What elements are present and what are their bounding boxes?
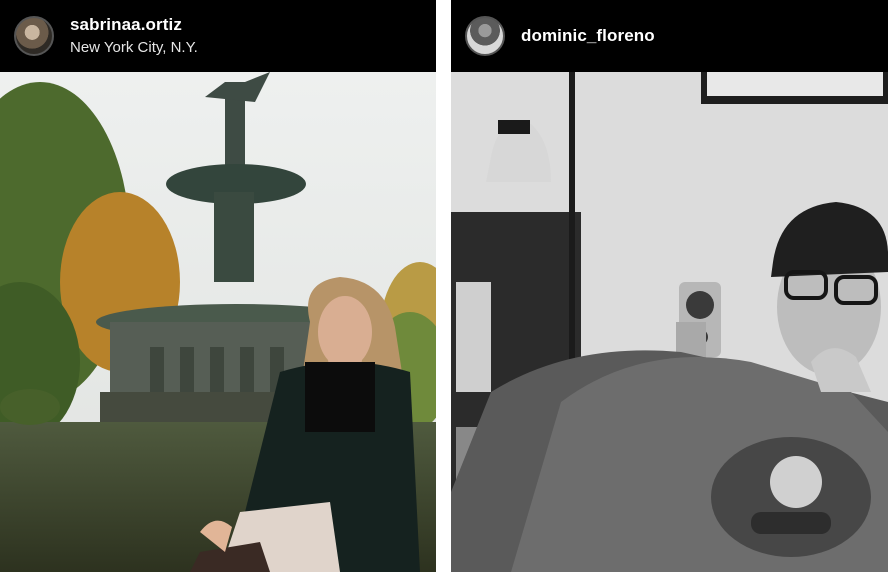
portrait-photo [451,72,888,572]
post-sabrinaa: sabrinaa.ortiz New York City, N.Y. [0,0,436,572]
post-divider [436,0,451,572]
username[interactable]: sabrinaa.ortiz [70,15,198,35]
avatar[interactable] [465,16,505,56]
post-header: dominic_floreno [451,0,888,72]
post-header: sabrinaa.ortiz New York City, N.Y. [0,0,436,72]
username[interactable]: dominic_floreno [521,26,655,46]
location-tag[interactable]: New York City, N.Y. [70,38,198,58]
post-photo[interactable] [451,72,888,572]
fountain-photo [0,72,436,572]
post-meta: sabrinaa.ortiz New York City, N.Y. [70,15,198,58]
post-dominic: dominic_floreno [451,0,888,572]
post-meta: dominic_floreno [521,26,655,46]
post-photo[interactable] [0,72,436,572]
avatar[interactable] [14,16,54,56]
